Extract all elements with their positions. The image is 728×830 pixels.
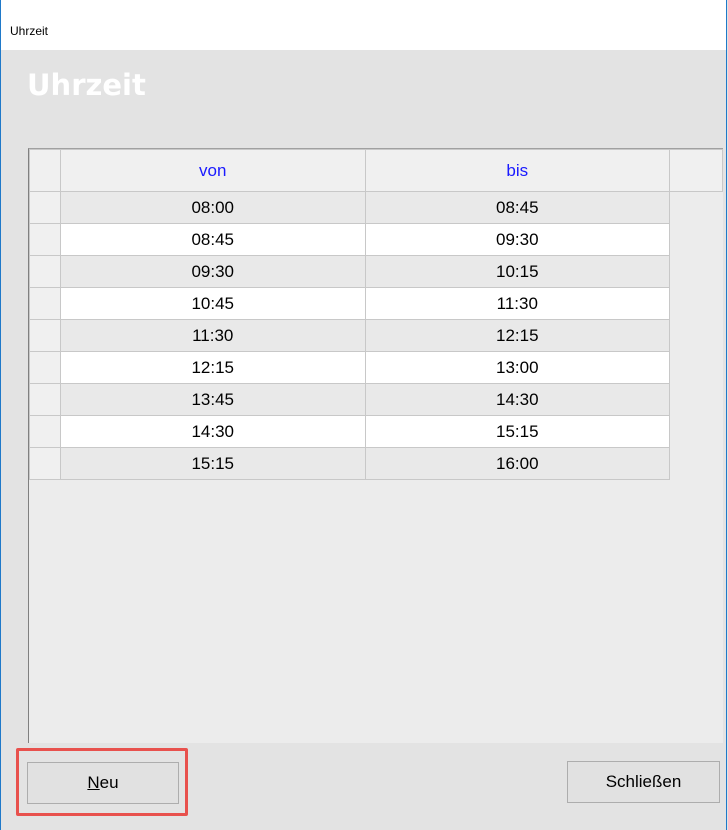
row-header-cell[interactable] (29, 223, 61, 256)
bis-cell[interactable]: 08:45 (364, 191, 671, 224)
von-cell[interactable]: 11:30 (59, 319, 366, 352)
times-grid-panel: von bis 08:00 08:45 08:45 09:30 09:30 10:15 10… (28, 148, 723, 743)
von-cell[interactable]: 08:00 (59, 191, 366, 224)
row-header-cell[interactable] (29, 255, 61, 288)
column-header-von[interactable]: von (59, 149, 366, 192)
times-grid: von bis 08:00 08:45 08:45 09:30 09:30 10:15 10… (29, 149, 723, 480)
window-title: Uhrzeit (10, 24, 49, 38)
row-header-cell[interactable] (29, 191, 61, 224)
bis-cell[interactable]: 10:15 (364, 255, 671, 288)
row-header-cell[interactable] (29, 415, 61, 448)
column-header-bis[interactable]: bis (364, 149, 671, 192)
von-cell[interactable]: 08:45 (59, 223, 366, 256)
grid-header-row: von bis (29, 149, 723, 192)
corner-cell[interactable] (29, 149, 61, 192)
row-header-cell[interactable] (29, 383, 61, 416)
bis-cell[interactable]: 14:30 (364, 383, 671, 416)
bis-cell[interactable]: 16:00 (364, 447, 671, 480)
page-title: Uhrzeit (27, 68, 146, 102)
table-row[interactable]: 11:30 12:15 (29, 319, 723, 352)
table-row[interactable]: 13:45 14:30 (29, 383, 723, 416)
dialog-window: Uhrzeit Uhrzeit von bis 08:00 08:45 08:45 0… (0, 0, 727, 830)
new-button-mnemonic: N (87, 773, 100, 792)
close-button[interactable]: Schließen (567, 761, 720, 803)
bis-cell[interactable]: 09:30 (364, 223, 671, 256)
table-row[interactable]: 10:45 11:30 (29, 287, 723, 320)
row-header-cell[interactable] (29, 319, 61, 352)
von-cell[interactable]: 13:45 (59, 383, 366, 416)
von-cell[interactable]: 09:30 (59, 255, 366, 288)
table-row[interactable]: 08:45 09:30 (29, 223, 723, 256)
new-button[interactable]: Neu (27, 762, 179, 804)
row-header-cell[interactable] (29, 351, 61, 384)
table-row[interactable]: 15:15 16:00 (29, 447, 723, 480)
von-cell[interactable]: 14:30 (59, 415, 366, 448)
table-row[interactable]: 09:30 10:15 (29, 255, 723, 288)
row-header-cell[interactable] (29, 287, 61, 320)
table-row[interactable]: 14:30 15:15 (29, 415, 723, 448)
bis-cell[interactable]: 11:30 (364, 287, 671, 320)
table-row[interactable]: 08:00 08:45 (29, 191, 723, 224)
new-button-label: eu (99, 773, 119, 792)
bis-cell[interactable]: 13:00 (364, 351, 671, 384)
bis-cell[interactable]: 15:15 (364, 415, 671, 448)
table-row[interactable]: 12:15 13:00 (29, 351, 723, 384)
von-cell[interactable]: 10:45 (59, 287, 366, 320)
title-bar: Uhrzeit (1, 0, 726, 50)
bis-cell[interactable]: 12:15 (364, 319, 671, 352)
von-cell[interactable]: 15:15 (59, 447, 366, 480)
row-header-cell[interactable] (29, 447, 61, 480)
von-cell[interactable]: 12:15 (59, 351, 366, 384)
column-header-filler (669, 149, 723, 192)
